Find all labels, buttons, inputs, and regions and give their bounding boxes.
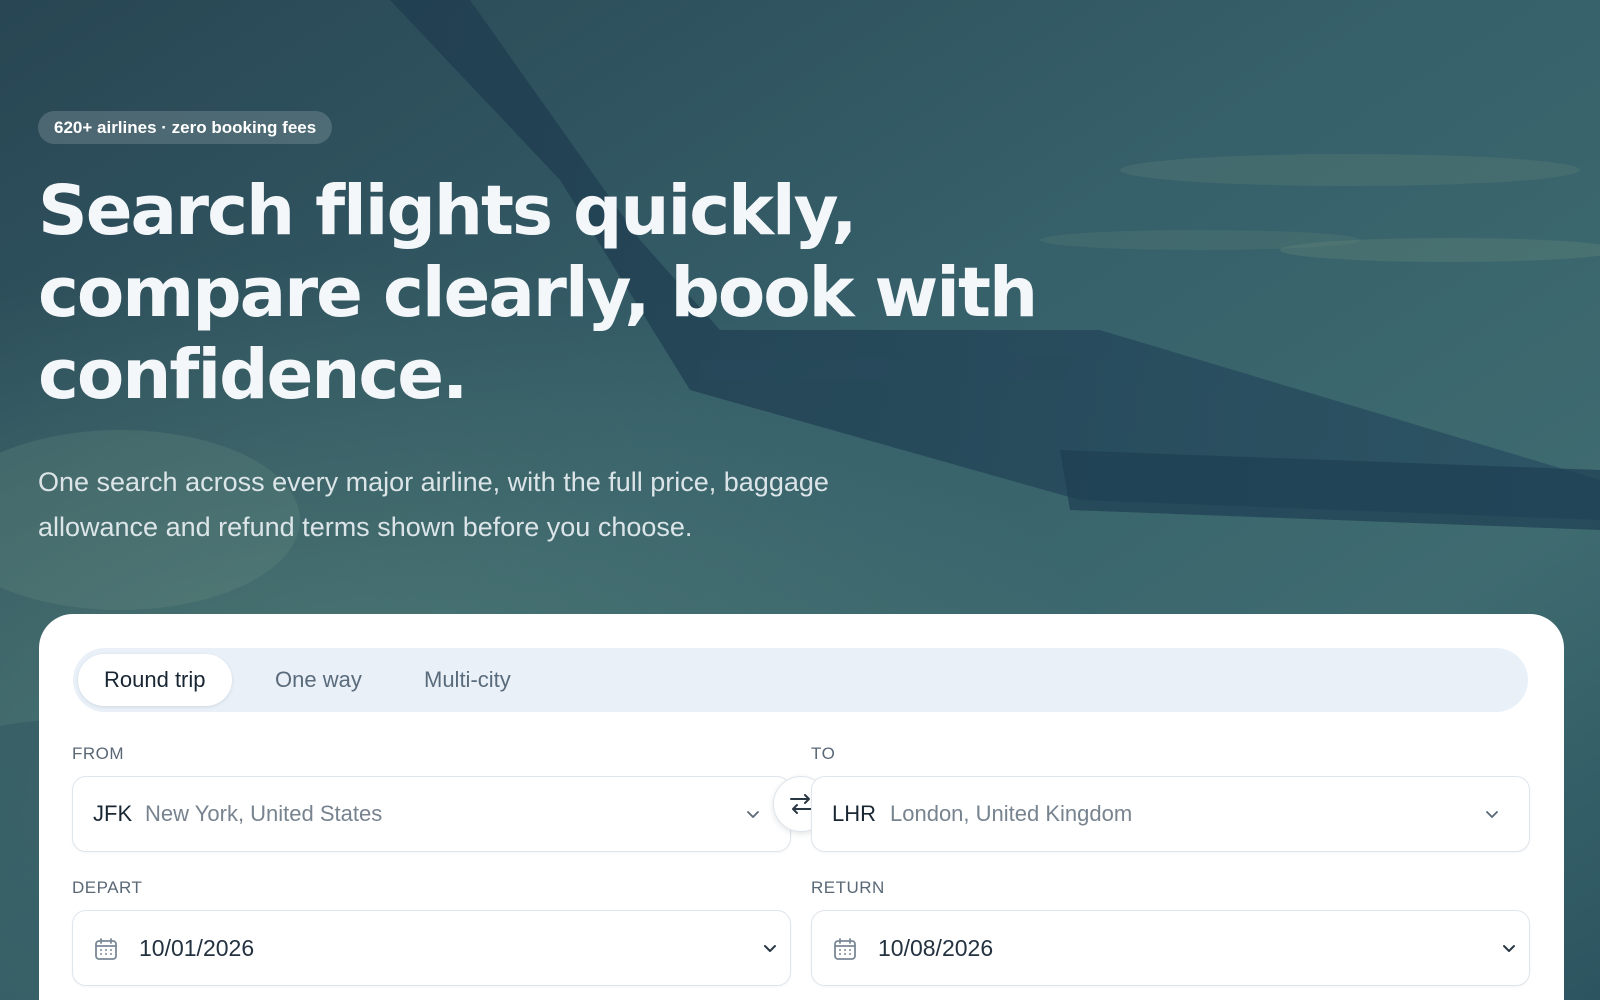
page-subheadline: One search across every major airline, w… bbox=[38, 467, 829, 542]
from-airport-code: JFK bbox=[93, 801, 133, 826]
to-label: TO bbox=[811, 744, 836, 763]
depart-label: DEPART bbox=[72, 878, 143, 897]
from-label: FROM bbox=[72, 744, 125, 763]
flight-search-card: Round trip One way Multi-city FROM JFK N… bbox=[39, 614, 1564, 1000]
trip-type-tabs: Round trip One way Multi-city bbox=[73, 648, 1528, 712]
chevron-down-icon bbox=[1503, 945, 1515, 952]
to-airport-code: LHR bbox=[832, 801, 877, 826]
chevron-down-icon bbox=[764, 945, 776, 952]
from-airport-select[interactable]: JFK New York, United States bbox=[72, 776, 791, 852]
page-headline: Search flights quickly, compare clearly,… bbox=[38, 171, 1038, 415]
tab-one-way[interactable]: One way bbox=[249, 654, 388, 706]
to-airport-place: London, United Kingdom bbox=[890, 801, 1133, 826]
chevron-down-icon bbox=[1486, 811, 1498, 818]
to-airport-select[interactable]: LHR London, United Kingdom bbox=[811, 776, 1530, 852]
from-airport-place: New York, United States bbox=[145, 801, 383, 826]
calendar-icon bbox=[834, 938, 856, 960]
depart-date-value: 10/01/2026 bbox=[139, 935, 255, 961]
return-label: RETURN bbox=[811, 878, 885, 897]
chevron-down-icon bbox=[747, 811, 759, 818]
return-date-value: 10/08/2026 bbox=[878, 935, 994, 961]
return-date-input[interactable]: 10/08/2026 bbox=[811, 910, 1530, 986]
depart-date-input[interactable]: 10/01/2026 bbox=[72, 910, 791, 986]
calendar-icon bbox=[95, 938, 117, 960]
tab-multi-city[interactable]: Multi-city bbox=[398, 654, 537, 706]
tab-round-trip[interactable]: Round trip bbox=[78, 654, 232, 706]
hero-section: 620+ airlines · zero booking fees Search… bbox=[0, 0, 1600, 1000]
airlines-badge: 620+ airlines · zero booking fees bbox=[38, 111, 333, 144]
